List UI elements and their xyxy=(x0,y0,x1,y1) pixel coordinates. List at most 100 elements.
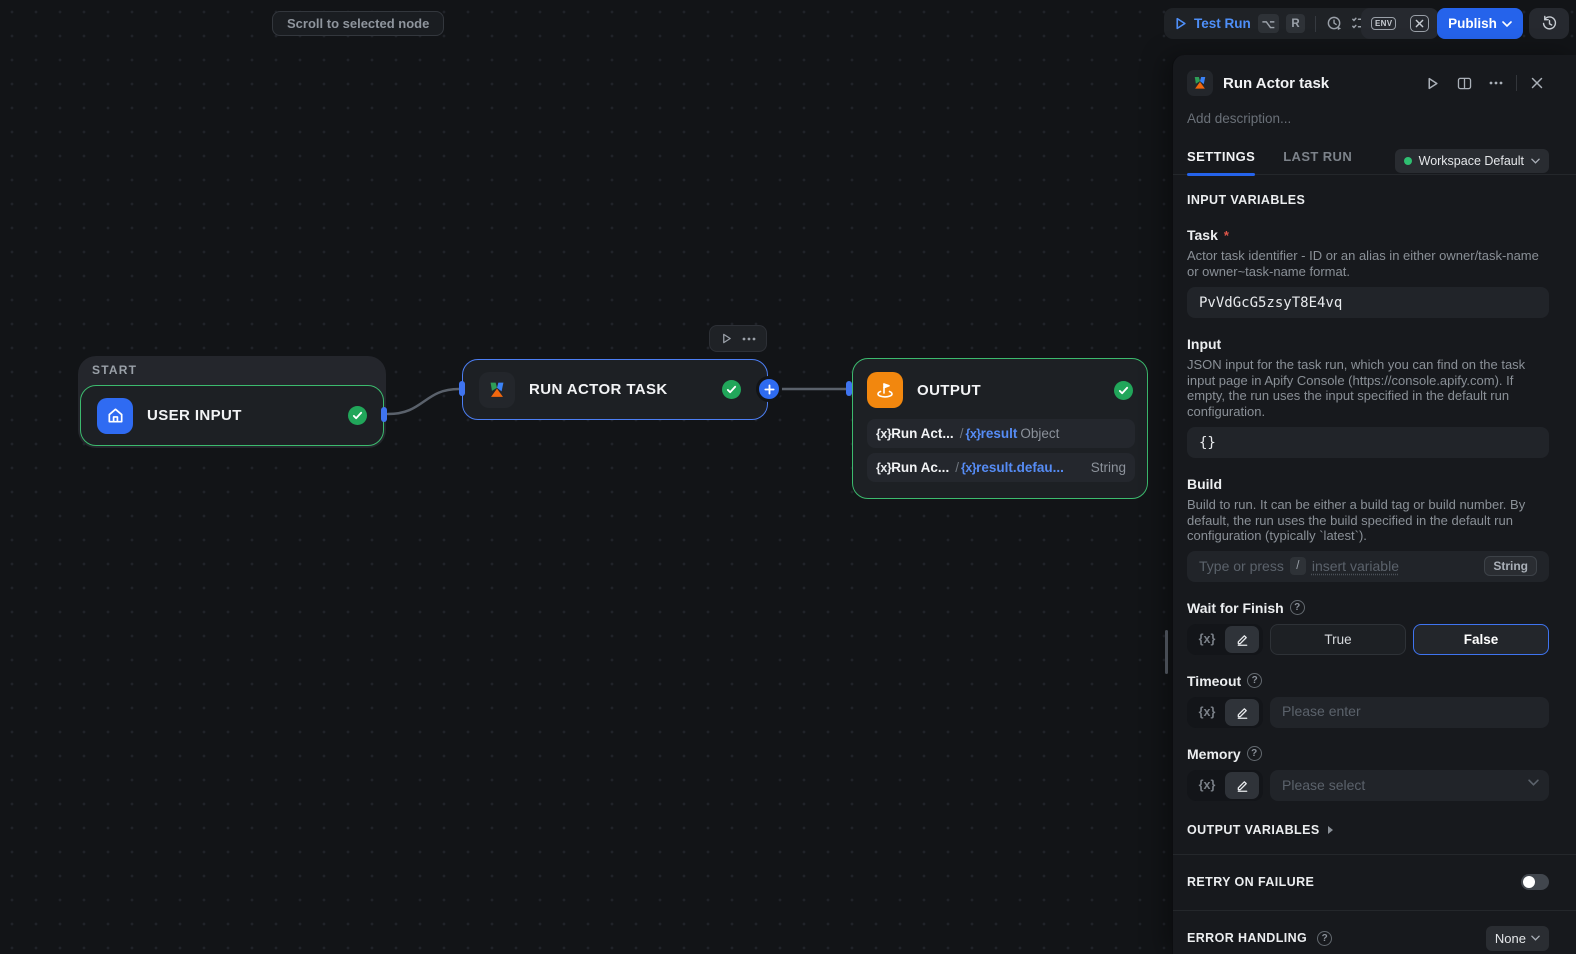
timeout-input[interactable] xyxy=(1270,696,1549,728)
json-input[interactable] xyxy=(1187,427,1549,458)
finish-flag-icon xyxy=(867,372,903,408)
close-icon[interactable] xyxy=(1525,71,1549,95)
path-separator: / xyxy=(959,426,964,441)
node-title: USER INPUT xyxy=(147,407,242,424)
memory-select[interactable]: Please select xyxy=(1270,769,1549,801)
env-icon[interactable]: ENV xyxy=(1371,17,1397,30)
help-icon[interactable] xyxy=(1317,930,1333,946)
build-placeholder-prefix: Type or press xyxy=(1199,558,1284,574)
test-run-button[interactable]: Test Run xyxy=(1194,16,1251,31)
value-mode-toggle[interactable]: {x} xyxy=(1187,696,1263,728)
wait-false-button[interactable]: False xyxy=(1413,623,1549,655)
help-icon[interactable] xyxy=(1289,600,1305,615)
check-badge-icon xyxy=(1114,380,1133,400)
panel-title: Run Actor task xyxy=(1223,74,1330,92)
error-handling-heading: ERROR HANDLING xyxy=(1187,931,1308,945)
variable-mode-icon[interactable]: {x} xyxy=(1189,778,1225,792)
description-placeholder[interactable]: Add description... xyxy=(1187,111,1549,126)
output-variable-row[interactable]: {x} Run Act... / {x} result Object xyxy=(867,419,1135,448)
edit-mode-icon[interactable] xyxy=(1225,625,1259,653)
variable-icon: {x} xyxy=(876,426,892,441)
chevron-down-icon xyxy=(1502,20,1512,27)
node-title: OUTPUT xyxy=(917,381,982,399)
string-type-badge: String xyxy=(1484,556,1537,576)
shortcut-key-option: ⌥ xyxy=(1257,14,1280,33)
scroll-button-label: Scroll to selected node xyxy=(287,16,430,31)
toolbar-divider xyxy=(1315,15,1317,32)
shortcut-key-r: R xyxy=(1286,14,1306,33)
wait-true-button[interactable]: True xyxy=(1270,623,1406,655)
section-divider xyxy=(1173,909,1576,911)
apify-logo-icon xyxy=(1187,70,1213,96)
run-node-icon[interactable] xyxy=(721,333,732,344)
workspace-label: Workspace Default xyxy=(1418,154,1524,168)
edit-mode-icon[interactable] xyxy=(1225,698,1259,726)
version-history-button[interactable] xyxy=(1529,8,1569,39)
variable-source: Run Act... xyxy=(891,426,954,441)
node-title: RUN ACTOR TASK xyxy=(529,381,668,398)
chevron-down-icon xyxy=(1531,935,1540,941)
timeout-label: Timeout xyxy=(1187,673,1549,689)
chevron-down-icon xyxy=(1531,158,1540,164)
variable-icon: {x} xyxy=(960,460,977,475)
task-input[interactable] xyxy=(1187,287,1549,318)
edit-mode-icon[interactable] xyxy=(1225,771,1259,799)
scroll-to-selected-node-button[interactable]: Scroll to selected node xyxy=(272,11,445,36)
value-mode-toggle[interactable]: {x} xyxy=(1187,623,1263,655)
publish-button[interactable]: Publish xyxy=(1437,8,1523,39)
insert-variable-link[interactable]: insert variable xyxy=(1312,558,1399,574)
task-label: Task * xyxy=(1187,227,1229,243)
apify-logo-icon xyxy=(479,371,515,408)
docs-book-icon[interactable] xyxy=(1452,71,1476,95)
output-port-user-input[interactable] xyxy=(381,407,387,422)
slash-key-icon: / xyxy=(1289,557,1306,575)
run-history-clock-icon[interactable] xyxy=(1326,15,1343,32)
more-options-icon[interactable] xyxy=(1484,71,1508,95)
run-step-icon[interactable] xyxy=(1420,71,1444,95)
path-separator: / xyxy=(955,460,959,475)
node-hover-toolbar[interactable] xyxy=(709,325,767,352)
header-divider xyxy=(1516,75,1517,91)
variable-type: Object xyxy=(1020,426,1060,441)
node-settings-panel: Run Actor task Add description... SETTIN… xyxy=(1172,55,1576,954)
variable-icon: {x} xyxy=(965,426,981,441)
tab-last-run[interactable]: LAST RUN xyxy=(1283,149,1352,174)
home-icon xyxy=(97,397,133,434)
add-next-node-button[interactable] xyxy=(756,376,782,402)
env-variables-toolbar: ENV xyxy=(1361,8,1440,39)
variable-name: result xyxy=(980,426,1018,441)
variable-mode-icon[interactable]: {x} xyxy=(1189,632,1225,646)
start-group-label: START xyxy=(92,363,138,377)
value-mode-toggle[interactable]: {x} xyxy=(1187,769,1263,801)
help-icon[interactable] xyxy=(1246,746,1262,761)
retry-toggle[interactable] xyxy=(1521,873,1549,890)
output-variables-section[interactable]: OUTPUT VARIABLES xyxy=(1187,823,1549,837)
workspace-status-dot xyxy=(1403,157,1412,165)
input-port-run-actor[interactable] xyxy=(459,381,465,396)
edge-user-input-to-run-actor xyxy=(386,387,461,416)
tab-settings[interactable]: SETTINGS xyxy=(1187,149,1256,176)
input-port-output[interactable] xyxy=(846,381,852,396)
output-variables-heading: OUTPUT VARIABLES xyxy=(1187,822,1320,837)
node-run-actor-task[interactable]: RUN ACTOR TASK xyxy=(462,359,768,420)
panel-scrollbar[interactable] xyxy=(1165,630,1168,674)
variable-mode-icon[interactable]: {x} xyxy=(1189,705,1225,719)
error-handling-value: None xyxy=(1494,930,1526,946)
node-more-icon[interactable] xyxy=(742,337,756,341)
output-variable-row[interactable]: {x} Run Ac... / {x} result.defau... Stri… xyxy=(867,453,1135,482)
node-user-input[interactable]: USER INPUT xyxy=(80,385,384,446)
env-icon-label: ENV xyxy=(1375,19,1393,28)
play-icon[interactable] xyxy=(1174,17,1187,30)
error-handling-select[interactable]: None xyxy=(1485,925,1549,951)
global-variables-icon[interactable] xyxy=(1410,15,1430,32)
variable-icon: {x} xyxy=(876,460,892,475)
workspace-selector[interactable]: Workspace Default xyxy=(1394,149,1549,173)
input-label: Input xyxy=(1187,336,1222,352)
help-icon[interactable] xyxy=(1247,673,1263,688)
node-output[interactable]: OUTPUT {x} Run Act... / {x} result Objec… xyxy=(852,358,1148,499)
expand-arrow-icon xyxy=(1327,825,1333,834)
publish-label: Publish xyxy=(1448,16,1497,31)
error-handling-section: ERROR HANDLING None xyxy=(1187,925,1549,951)
build-description: Build to run. It can be either a build t… xyxy=(1187,497,1526,543)
build-input[interactable]: Type or press / insert variable String xyxy=(1187,550,1549,582)
